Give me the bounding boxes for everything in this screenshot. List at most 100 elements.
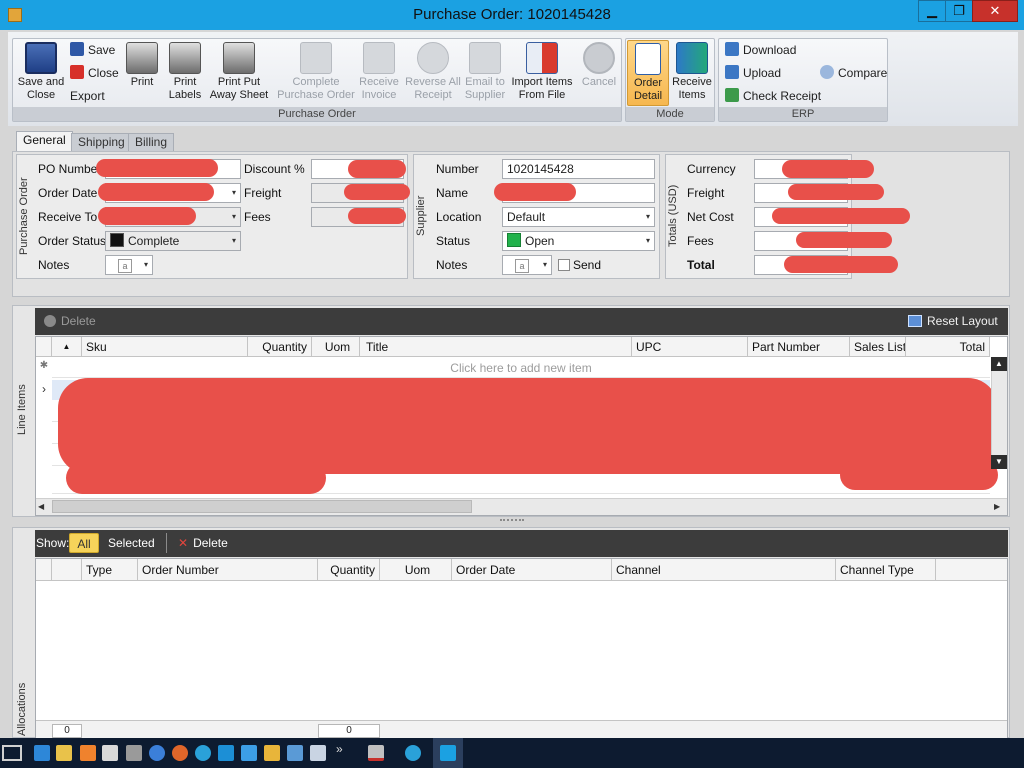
supplier-number-field[interactable]: 1020145428 — [502, 159, 655, 179]
supplier-notes-button[interactable]: a ▾ — [502, 255, 552, 275]
column-header-title[interactable]: Title — [362, 337, 632, 357]
close-window-button[interactable]: ✕ — [972, 0, 1018, 22]
supplier-name-label: Name — [436, 186, 469, 200]
check-receipt-button[interactable]: Check Receipt — [725, 87, 821, 105]
taskbar-app-icon[interactable] — [102, 745, 118, 761]
column-header-part-number[interactable]: Part Number — [748, 337, 850, 357]
add-new-item-row[interactable]: Click here to add new item — [52, 358, 990, 378]
reverse-all-receipt-button[interactable]: Reverse All Receipt — [402, 42, 464, 102]
column-header-quantity[interactable]: Quantity — [318, 559, 380, 581]
upload-button[interactable]: Upload — [725, 64, 781, 82]
reset-layout-button[interactable]: Reset Layout — [908, 314, 998, 328]
save-and-close-button[interactable]: Save and Close — [14, 42, 68, 102]
taskbar-app-icon[interactable] — [368, 745, 384, 761]
compare-button[interactable]: Compare — [820, 64, 887, 82]
filter-selected-button[interactable]: Selected — [108, 536, 155, 550]
button-label: Import Items From File — [511, 76, 573, 101]
taskbar-app-icon[interactable] — [34, 745, 50, 761]
print-put-away-sheet-button[interactable]: Print Put Away Sheet — [207, 42, 271, 102]
fees-label: Fees — [244, 210, 271, 224]
tab-shipping[interactable]: Shipping — [71, 133, 132, 151]
taskbar-app-icon[interactable] — [195, 745, 211, 761]
minimize-button[interactable]: ▁ — [918, 0, 946, 22]
splitter-handle[interactable] — [500, 519, 524, 525]
download-button[interactable]: Download — [725, 41, 796, 59]
filter-all-button[interactable]: All — [69, 533, 99, 553]
status-dropdown[interactable]: Open ▾ — [502, 231, 655, 251]
taskbar-app-icon[interactable] — [126, 745, 142, 761]
horizontal-scroll-thumb[interactable] — [52, 500, 472, 513]
database-upload-icon — [725, 65, 739, 79]
save-button[interactable]: Save — [70, 41, 115, 59]
taskbar-app-icon[interactable] — [80, 745, 96, 761]
taskbar-app-icon[interactable] — [172, 745, 188, 761]
redaction-mark — [66, 462, 326, 494]
sort-header[interactable]: ▲ — [52, 337, 82, 357]
redaction-mark — [788, 184, 884, 200]
scroll-up-arrow-icon[interactable]: ▲ — [991, 357, 1007, 371]
button-label: Print — [130, 76, 154, 88]
import-items-button[interactable]: Import Items From File — [508, 42, 576, 102]
redaction-mark — [494, 183, 576, 201]
redaction-mark — [772, 208, 910, 224]
totals-freight-label: Freight — [687, 186, 725, 200]
receive-invoice-button[interactable]: Receive Invoice — [356, 42, 402, 102]
print-button[interactable]: Print — [122, 42, 162, 89]
button-label: Export — [70, 89, 105, 103]
scroll-right-arrow-icon[interactable]: ▶ — [994, 500, 1006, 513]
taskbar-app-icon[interactable] — [287, 745, 303, 761]
cancel-order-button[interactable]: Cancel — [578, 42, 620, 89]
taskbar-app-icon[interactable] — [218, 745, 234, 761]
column-header-type[interactable]: Type — [82, 559, 138, 581]
close-button[interactable]: Close — [70, 64, 119, 82]
column-header-uom[interactable]: Uom — [312, 337, 360, 357]
taskbar-app-icon[interactable] — [310, 745, 326, 761]
vertical-scrollbar[interactable] — [991, 357, 1007, 469]
taskbar-app-icon[interactable] — [405, 745, 421, 761]
column-header-total[interactable]: Total — [906, 337, 990, 357]
maximize-button[interactable]: ❐ — [945, 0, 973, 22]
taskbar-overflow-icon[interactable]: » — [336, 742, 343, 756]
tab-billing[interactable]: Billing — [128, 133, 175, 151]
button-label: Email to Supplier — [464, 76, 506, 101]
delete-line-item-button[interactable]: Delete — [44, 314, 96, 328]
delete-allocation-button[interactable]: ✕ Delete — [178, 536, 228, 550]
taskbar-app-icon[interactable] — [56, 745, 72, 761]
complete-purchase-order-button[interactable]: Complete Purchase Order — [274, 42, 358, 102]
taskbar-app-icon[interactable] — [149, 745, 165, 761]
print-labels-button[interactable]: Print Labels — [163, 42, 207, 102]
button-label: Delete — [61, 314, 96, 328]
notes-button[interactable]: a ▾ — [105, 255, 153, 275]
start-button[interactable] — [2, 745, 22, 761]
delete-icon — [44, 315, 56, 327]
redaction-mark — [782, 160, 874, 178]
column-header-order-number[interactable]: Order Number — [138, 559, 318, 581]
column-header-quantity[interactable]: Quantity — [248, 337, 312, 357]
button-label: Check Receipt — [743, 89, 822, 103]
order-status-field[interactable]: Complete ▾ — [105, 231, 241, 251]
taskbar-app-icon[interactable] — [440, 745, 456, 761]
scroll-left-arrow-icon[interactable]: ◀ — [38, 500, 50, 513]
scroll-down-arrow-icon[interactable]: ▼ — [991, 455, 1007, 469]
select-column-header[interactable] — [52, 559, 82, 581]
printer-icon — [126, 42, 158, 74]
location-dropdown[interactable]: Default ▾ — [502, 207, 655, 227]
column-header-order-date[interactable]: Order Date — [452, 559, 612, 581]
redaction-mark — [840, 460, 998, 490]
export-button[interactable]: Export — [70, 87, 105, 105]
tab-general[interactable]: General — [16, 131, 73, 152]
taskbar-app-icon[interactable] — [241, 745, 257, 761]
email-to-supplier-button[interactable]: Email to Supplier — [462, 42, 508, 102]
send-checkbox[interactable] — [558, 259, 570, 271]
add-row-indicator-icon: ✱ — [39, 360, 49, 371]
cancel-icon — [583, 42, 615, 74]
receive-items-mode-button[interactable]: Receive Items — [670, 42, 714, 102]
column-header-channel[interactable]: Channel — [612, 559, 836, 581]
column-header-sku[interactable]: Sku — [82, 337, 248, 357]
column-header-channel-type[interactable]: Channel Type — [836, 559, 936, 581]
taskbar-app-icon[interactable] — [264, 745, 280, 761]
order-detail-mode-button[interactable]: Order Detail — [627, 40, 669, 106]
column-header-uom[interactable]: Uom — [380, 559, 452, 581]
column-header-upc[interactable]: UPC — [632, 337, 748, 357]
column-header-sales-listing[interactable]: Sales Listin — [850, 337, 906, 357]
